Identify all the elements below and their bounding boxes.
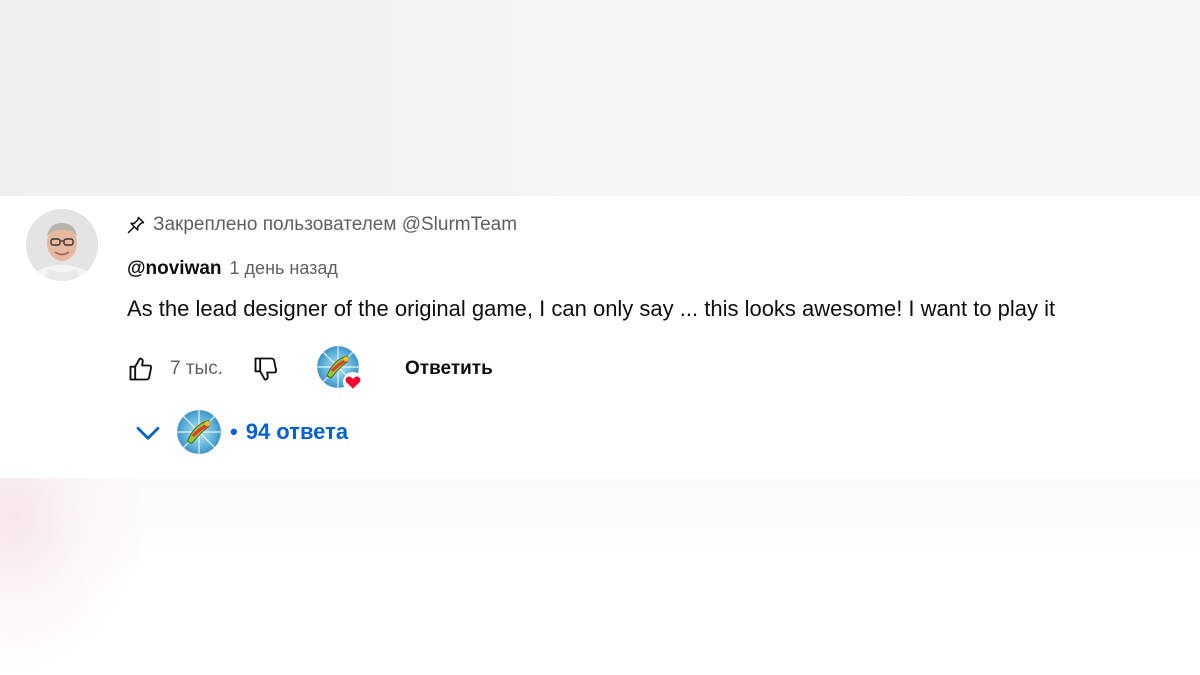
blurred-background-bottom <box>0 478 1200 675</box>
thumbs-down-icon <box>254 357 278 381</box>
chevron-down-icon <box>133 417 163 447</box>
pinned-label: Закреплено пользователем @SlurmTeam <box>153 214 518 235</box>
separator-dot: • <box>230 419 238 444</box>
pin-icon <box>126 215 146 235</box>
dislike-button[interactable] <box>251 354 281 384</box>
reply-author-avatar <box>177 410 221 454</box>
reply-button[interactable]: Ответить <box>405 358 493 380</box>
view-replies-button[interactable]: • 94 ответа <box>133 409 348 455</box>
replies-count: 94 ответа <box>245 419 349 444</box>
author-handle[interactable]: @noviwan <box>127 258 222 280</box>
blurred-background-top <box>0 0 1200 196</box>
author-avatar[interactable] <box>26 209 98 281</box>
comment-header: @noviwan 1 день назад <box>127 258 338 280</box>
comment-text: As the lead designer of the original gam… <box>127 296 1056 321</box>
pinned-indicator: Закреплено пользователем @SlurmTeam <box>126 213 517 237</box>
comment-timestamp[interactable]: 1 день назад <box>230 258 338 279</box>
comment-actions: 7 тыс. Ответить <box>126 346 493 392</box>
like-button[interactable] <box>126 354 156 384</box>
pinned-comment: Закреплено пользователем @SlurmTeam @nov… <box>0 196 1200 478</box>
heart-icon <box>342 372 363 392</box>
like-count: 7 тыс. <box>170 358 223 379</box>
thumbs-up-icon <box>129 357 153 381</box>
creator-heart[interactable] <box>316 346 363 392</box>
